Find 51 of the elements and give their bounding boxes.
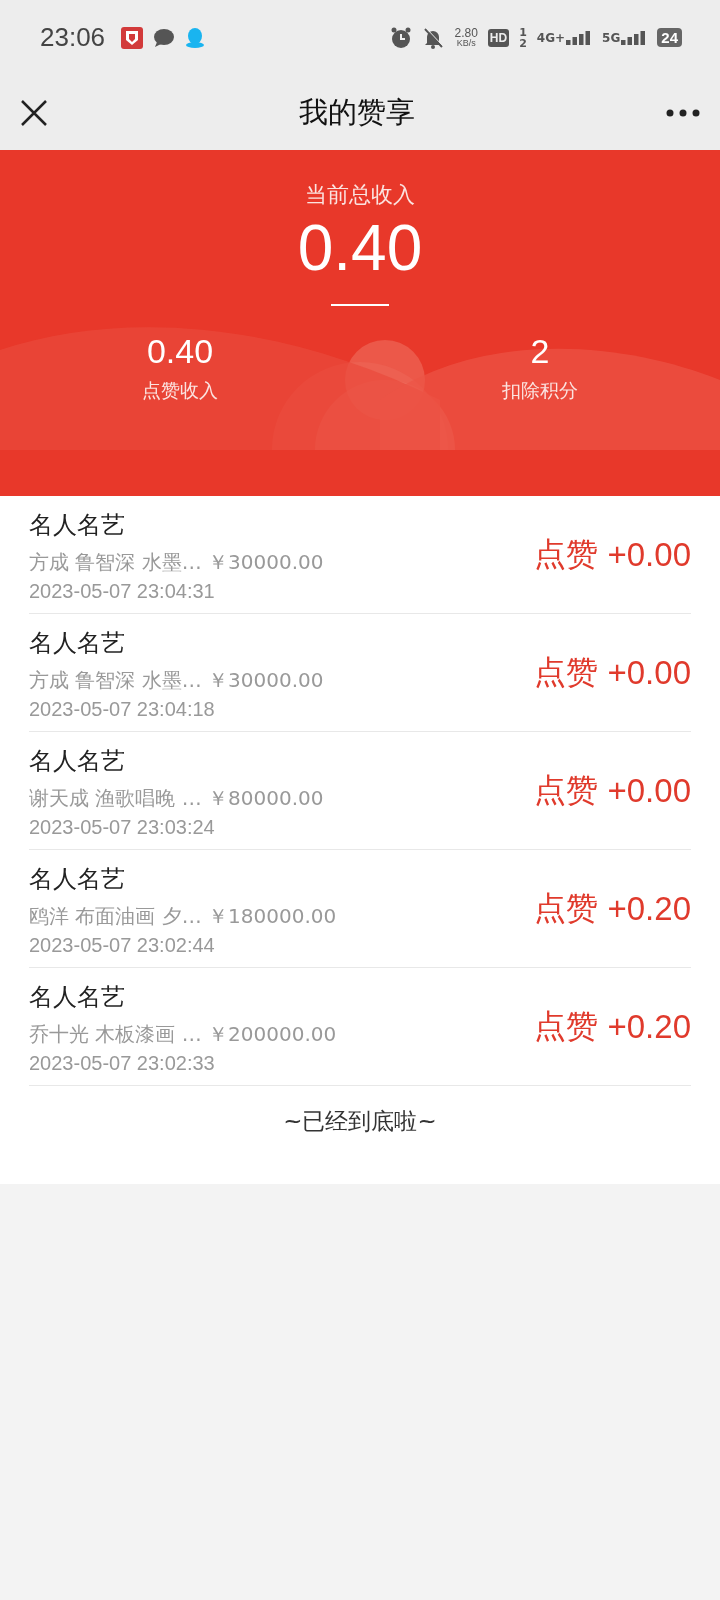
more-icon[interactable] <box>666 108 700 117</box>
network-type: 4G+ <box>536 30 566 45</box>
sim-number: 2 <box>519 37 527 49</box>
record-time: 2023-05-07 23:04:31 <box>29 579 216 603</box>
net-speed: 2.80 <box>454 27 478 39</box>
record-title: 名人名艺 <box>29 981 126 1013</box>
stat-label: 扣除积分 <box>502 378 578 403</box>
page-title: 我的赞享 <box>298 93 416 131</box>
record-amount: +0.00 <box>607 771 691 810</box>
record-detail: 鸥洋 布面油画 夕… ￥180000.00 <box>29 902 338 930</box>
total-income-label: 当前总收入 <box>305 181 415 209</box>
stat-value: 0.40 <box>146 334 214 368</box>
record-title: 名人名艺 <box>29 745 126 777</box>
record-detail: 方成 鲁智深 水墨… ￥30000.00 <box>29 666 325 694</box>
record-action: 点赞 <box>533 1005 598 1047</box>
signal-icon <box>621 30 648 45</box>
record-detail: 乔十光 木板漆画 … ￥200000.00 <box>29 1020 338 1048</box>
muted-bell-icon <box>422 26 445 49</box>
status-time: 23:06 <box>40 22 106 53</box>
chat-bubble-icon <box>153 27 176 48</box>
record-action: 点赞 <box>533 769 598 811</box>
signal-icon <box>566 30 593 45</box>
record-title: 名人名艺 <box>29 627 126 659</box>
hd-badge: HD <box>487 28 510 47</box>
record-amount: +0.00 <box>607 653 691 692</box>
app-shield-icon <box>121 26 144 49</box>
record-time: 2023-05-07 23:02:33 <box>29 1051 216 1075</box>
record-action: 点赞 <box>533 533 598 575</box>
total-income-value: 0.40 <box>297 216 423 280</box>
record-time: 2023-05-07 23:03:24 <box>29 815 216 839</box>
record-amount: +0.20 <box>607 889 691 928</box>
record-time: 2023-05-07 23:04:18 <box>29 697 216 721</box>
record-amount: +0.00 <box>607 535 691 574</box>
record-action: 点赞 <box>533 887 598 929</box>
stat-value: 2 <box>530 334 550 368</box>
network-type: 5G <box>602 30 621 45</box>
end-of-list-text: ~已经到底啦~ <box>283 1107 437 1136</box>
record-title: 名人名艺 <box>29 863 126 895</box>
sim-number: 1 <box>519 26 527 38</box>
net-speed-unit: KB/s <box>456 39 476 48</box>
battery-level: 24 <box>657 28 682 47</box>
stat-label: 点赞收入 <box>142 378 218 403</box>
penguin-icon <box>185 26 206 49</box>
record-detail: 谢天成 渔歌唱晚 … ￥80000.00 <box>29 784 325 812</box>
close-icon[interactable] <box>20 98 48 127</box>
record-title: 名人名艺 <box>29 509 126 541</box>
record-time: 2023-05-07 23:02:44 <box>29 933 216 957</box>
record-amount: +0.20 <box>607 1007 691 1046</box>
alarm-icon <box>390 26 413 49</box>
record-detail: 方成 鲁智深 水墨… ￥30000.00 <box>29 548 325 576</box>
record-action: 点赞 <box>533 651 598 693</box>
